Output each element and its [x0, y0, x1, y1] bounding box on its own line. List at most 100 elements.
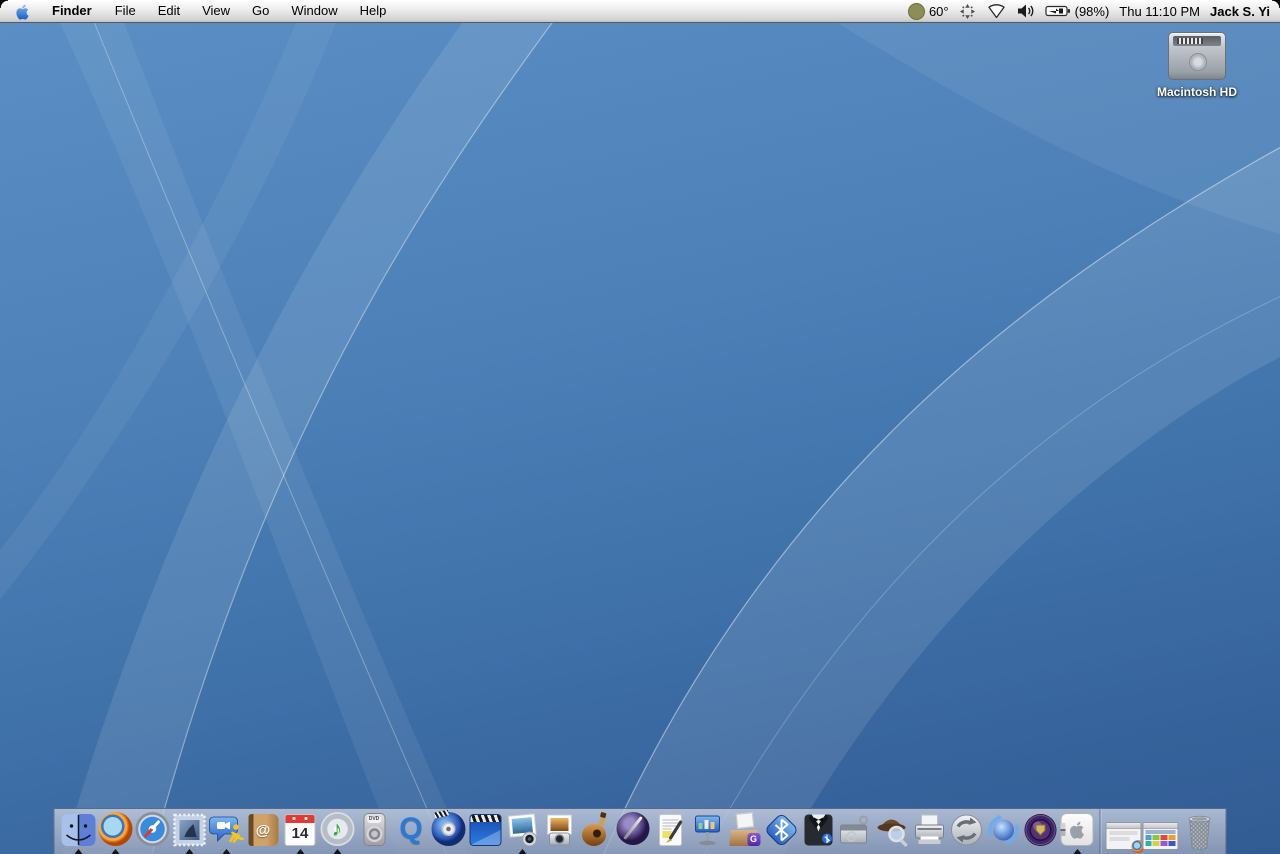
fast-user-switching-menu[interactable]: Jack S. Yi: [1210, 4, 1270, 19]
dock-item-itunes[interactable]: ♪: [319, 809, 356, 854]
screen-corner-right: [1272, 0, 1280, 8]
sparkle-sync-menu-extra[interactable]: [959, 3, 976, 20]
dock-item-purple-orb-shield-app[interactable]: [1022, 809, 1059, 854]
battery-percent-label: (98%): [1074, 3, 1110, 19]
mail-stamp-icon: [172, 813, 206, 847]
dock-item-disk-utility[interactable]: [837, 809, 874, 854]
dock-item-quicktime[interactable]: Q: [393, 809, 430, 854]
clock-label: Thu 11:10 PM: [1119, 3, 1200, 19]
sherlock-hat-magnifier-icon: [877, 819, 907, 847]
menu-go[interactable]: Go: [241, 0, 280, 22]
music-note-glyph: ♪: [332, 817, 342, 840]
pages-document-pen-icon: [658, 814, 682, 846]
weather-moon-icon: [907, 2, 925, 20]
menu-window[interactable]: Window: [280, 0, 348, 22]
running-indicator: [111, 849, 119, 854]
dock-item-pages[interactable]: [652, 809, 689, 854]
address-book-icon: @: [248, 814, 278, 846]
menu-view[interactable]: View: [191, 0, 241, 22]
menu-help[interactable]: Help: [349, 0, 398, 22]
dock-item-idvd[interactable]: [430, 809, 467, 854]
running-indicator: [518, 849, 526, 854]
dock-item-iphoto[interactable]: [504, 809, 541, 854]
screen: Finder File Edit View Go Window Help 60°: [0, 0, 1280, 854]
menu-bar: Finder File Edit View Go Window Help 60°: [0, 0, 1280, 23]
dock-item-safari[interactable]: [134, 809, 171, 854]
menu-bar-status-area: 60° (98%) Thu 11:10 PM Jack S. Yi: [907, 2, 1280, 20]
dock-item-ichat[interactable]: [208, 809, 245, 854]
dock-item-printer-setup[interactable]: [911, 809, 948, 854]
globe-sync-arrows-icon: [987, 814, 1019, 846]
running-indicator: [1073, 849, 1081, 854]
dock: @ 14 ♪ DVD Q G: [53, 808, 1227, 854]
dock-item-tuxedo-bluetooth-app[interactable]: [800, 809, 837, 854]
dock-item-software-update[interactable]: [948, 809, 985, 854]
volume-label: Macintosh HD: [1156, 85, 1237, 99]
running-indicator: [296, 849, 304, 854]
dock-item-system-preferences[interactable]: [1059, 809, 1096, 854]
dock-item-image-capture[interactable]: [541, 809, 578, 854]
dock-item-imovie[interactable]: [467, 809, 504, 854]
iphoto-icon: [507, 813, 537, 847]
dock-item-finder[interactable]: [60, 809, 97, 854]
system-preferences-icon: [1060, 813, 1094, 846]
sparkle-sync-icon: [959, 3, 975, 19]
desktop-icon-macintosh-hd[interactable]: Macintosh HD: [1132, 32, 1262, 99]
airport-no-signal-icon: [987, 4, 1005, 19]
dock-item-bluetooth-file-exchange[interactable]: [763, 809, 800, 854]
internal-hard-drive-icon: [1168, 32, 1226, 80]
quicktime-q-icon: Q: [399, 812, 423, 845]
dock-item-mail[interactable]: [171, 809, 208, 854]
idvd-disc-icon: [431, 812, 465, 846]
dock-item-dvd-player[interactable]: DVD: [356, 809, 393, 854]
running-indicator: [74, 849, 82, 854]
dock-item-garageband[interactable]: [578, 809, 615, 854]
image-capture-camera-icon: [546, 814, 572, 846]
battery-menu-extra[interactable]: (98%): [1045, 3, 1110, 19]
printer-icon: [914, 814, 944, 844]
clock-menu-extra[interactable]: Thu 11:10 PM: [1119, 4, 1200, 19]
at-glyph: @: [255, 821, 271, 839]
battery-charging-icon: [1045, 5, 1070, 17]
user-name-label: Jack S. Yi: [1210, 3, 1270, 19]
dock-item-trash[interactable]: [1179, 809, 1221, 854]
temperature-label: 60°: [928, 3, 949, 19]
screen-corner-left: [0, 0, 8, 8]
dvd-logo: DVD: [366, 816, 382, 823]
dock-item-sync-globe-app[interactable]: [985, 809, 1022, 854]
dock-item-ical[interactable]: 14: [282, 809, 319, 854]
dock-item-minimized-grid-window[interactable]: [1142, 809, 1179, 854]
ichat-icon: [208, 816, 244, 843]
firefox-icon: [98, 812, 132, 846]
keynote-easel-icon: [694, 815, 720, 846]
wallpaper-swirls: [0, 22, 1280, 854]
menu-file[interactable]: File: [104, 0, 147, 22]
gray-apple-glyph: [1070, 821, 1084, 839]
trash-icon: [1188, 815, 1211, 850]
imovie-clapperboard-icon: [469, 814, 501, 846]
dock-item-address-book[interactable]: @: [245, 809, 282, 854]
volume-icon: [1017, 4, 1033, 18]
dock-item-quill-orb-app[interactable]: [615, 809, 652, 854]
dock-item-sherlock[interactable]: [874, 809, 911, 854]
dock-item-minimized-firefox-window[interactable]: [1105, 809, 1144, 854]
airport-menu-extra[interactable]: [986, 3, 1007, 19]
running-indicator: [185, 849, 193, 854]
tuxedo-icon: [804, 814, 832, 846]
dock-item-firefox[interactable]: [97, 809, 134, 854]
dock-item-gift-box-g-app[interactable]: G: [726, 809, 763, 854]
dock-separator: [1099, 809, 1101, 854]
desktop-wallpaper: Macintosh HD: [0, 22, 1280, 854]
purple-orb-shield-icon: [1024, 814, 1056, 846]
app-menu-finder[interactable]: Finder: [40, 0, 104, 22]
dvd-player-remote-icon: DVD: [363, 813, 385, 846]
volume-menu-extra[interactable]: [1017, 3, 1035, 19]
weather-menu-extra[interactable]: 60°: [907, 2, 949, 20]
dock-item-keynote[interactable]: [689, 809, 726, 854]
disk-utility-icon: [839, 815, 868, 844]
g-badge: G: [747, 833, 760, 846]
menu-edit[interactable]: Edit: [147, 0, 191, 22]
ical-date: 14: [291, 825, 309, 842]
running-indicator: [222, 849, 230, 854]
finder-icon: [61, 814, 95, 846]
